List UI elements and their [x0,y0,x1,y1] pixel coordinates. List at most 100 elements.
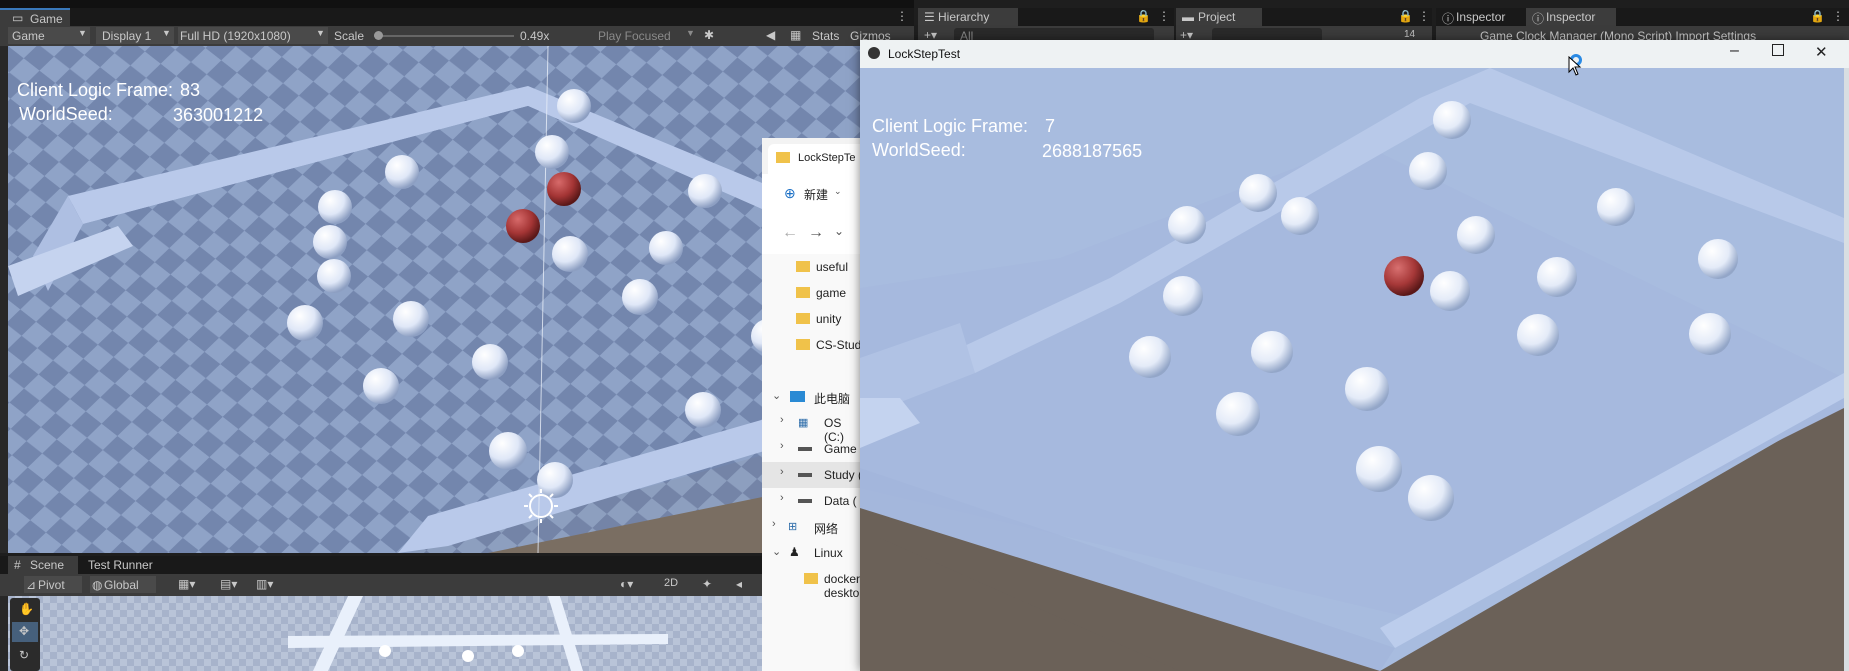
tab-test-runner[interactable]: Test Runner [88,558,153,572]
tab-inspector-1-label: Inspector [1456,10,1506,24]
draw-mode-icon[interactable]: ◐▾ [620,577,633,591]
lock-icon[interactable]: 🔒 [1136,9,1151,23]
hierarchy-tabbar: ☰ Hierarchy 🔒 ⋮ [918,8,1174,26]
folder-icon [796,313,810,324]
chevron-right-icon[interactable]: › [780,466,784,478]
keyboard-icon[interactable]: ▦ [790,28,801,42]
hand-tool-icon[interactable]: ✋ [19,602,34,616]
nav-item-label: unity [816,312,842,326]
play-focused-label: Play Focused [598,29,671,43]
move-tool-button[interactable]: ✥ [12,622,38,642]
grid-icon: # [14,558,21,572]
lockstep-titlebar[interactable]: LockStepTest – ✕ [860,40,1849,68]
back-arrow-icon[interactable]: ← [782,224,798,242]
explorer-tab[interactable]: LockStepTe [768,144,862,174]
pivot-label: Pivot [38,578,65,592]
tab-game[interactable]: ▭ Game [0,8,70,26]
globe-icon: ◍ [92,578,103,592]
folder-icon [796,339,810,350]
tab-hierarchy[interactable]: ☰ Hierarchy [918,8,1018,26]
forward-arrow-icon[interactable]: → [808,224,824,242]
scale-slider-handle[interactable] [374,31,383,40]
chevron-right-icon[interactable]: › [780,440,784,452]
chevron-right-icon[interactable]: › [780,492,784,504]
explorer-nav-bar: ← → ⌄ [762,214,862,254]
tab-inspector-2-label: Inspector [1546,10,1596,24]
global-label: Global [104,578,139,592]
mode-dropdown-label: Game [12,29,45,43]
more-options-icon[interactable]: ⋮ [1832,9,1844,23]
new-button[interactable]: 新建 [804,186,828,203]
2d-toggle-button[interactable]: 2D [664,577,678,589]
nav-item-data-drive[interactable]: › Data ( [762,488,862,514]
audio-icon[interactable]: ◂ [736,577,742,591]
scene-toolbar: ⊿ Pivot ◍ Global ▦▾ ▤▾ ▥▾ ◐▾ 2D ✦ ◂ [0,574,770,596]
chevron-down-icon[interactable]: ⌄ [772,389,781,402]
align-icon[interactable]: ▥▾ [256,577,273,591]
maximize-icon[interactable] [1772,44,1784,56]
nav-item-this-pc[interactable]: ⌄ 此电脑 [762,384,862,410]
tab-scene-label: Scene [30,558,65,572]
drive-icon [798,447,812,451]
nav-item-cs-study[interactable]: CS-Stud [762,332,862,358]
lock-icon[interactable]: 🔒 [1810,9,1825,23]
chevron-down-icon[interactable]: ⌄ [772,545,781,558]
nav-item-game[interactable]: game [762,280,862,306]
nav-item-useful[interactable]: useful [762,254,862,280]
chevron-down-icon[interactable]: ⌄ [834,224,844,238]
close-icon[interactable]: ✕ [1815,43,1828,61]
explorer-nav-pane: useful game unity CS-Stud ⌄ 此电脑 › ▦ OS (… [762,254,866,671]
tab-scene[interactable]: # Scene [8,556,78,574]
explorer-tab-title: LockStepTe [798,152,856,164]
nav-item-unity[interactable]: unity [762,306,862,332]
chevron-right-icon[interactable]: › [780,414,784,426]
lockstep-frame-label: Client Logic Frame: [872,116,1029,136]
nav-item-linux[interactable]: ⌄ ♟ Linux [762,540,862,566]
game-tabbar: ▭ Game ⋮ [0,8,914,26]
play-focused-dropdown[interactable]: Play Focused ▼ [592,27,698,44]
chevron-right-icon[interactable]: › [772,518,776,530]
lighting-icon[interactable]: ✦ [702,577,712,591]
scale-slider[interactable] [374,31,514,40]
rotate-tool-icon[interactable]: ↻ [19,648,29,662]
grid-snap-icon[interactable]: ▦▾ [178,577,195,591]
game-frame-label: Client Logic Frame: [17,80,174,100]
folder-icon [804,573,818,584]
pivot-icon: ⊿ [26,578,37,592]
tab-inspector-2[interactable]: ⓘ Inspector [1526,8,1616,26]
bug-icon[interactable]: ✱ [704,28,714,42]
resolution-dropdown[interactable]: Full HD (1920x1080) ▼ [178,27,328,44]
nav-item-study-drive[interactable]: › Study ( [762,462,862,488]
tab-inspector-1[interactable]: ⓘ Inspector [1436,8,1526,26]
scene-viewport[interactable]: ✋ ✥ ↻ [8,596,770,671]
mode-dropdown[interactable]: Game ▼ [8,27,90,44]
lock-icon[interactable]: 🔒 [1398,9,1413,23]
tab-project[interactable]: ▬ Project [1176,8,1262,26]
audio-mute-icon[interactable]: ◀ [766,28,775,42]
nav-item-label: Game [824,442,857,456]
info-icon: ⓘ [1442,12,1455,26]
more-options-icon[interactable]: ⋮ [1158,9,1170,23]
hierarchy-icon: ☰ [924,10,935,24]
chevron-down-icon: ▼ [316,28,325,38]
minimize-icon[interactable]: – [1730,42,1739,60]
nav-item-network[interactable]: › ⊞ 网络 [762,514,862,540]
nav-item-os-c[interactable]: › ▦ OS (C:) [762,410,862,444]
nav-item-docker-desktop[interactable]: docker-desktop [762,566,866,600]
scale-value: 0.49x [520,29,550,43]
folder-icon [776,152,790,163]
more-options-icon[interactable]: ⋮ [896,9,908,23]
lockstep-game-view[interactable]: Client Logic Frame: 7 WorldSeed: 2688187… [860,68,1844,671]
snap-increment-icon[interactable]: ▤▾ [220,577,237,591]
mouse-pointer-icon [1568,56,1582,76]
display-dropdown[interactable]: Display 1 ▼ [96,27,174,44]
game-tab-icon: ▭ [12,11,24,25]
scene-render [8,596,770,671]
nav-item-game-drive[interactable]: › Game [762,436,862,462]
global-dropdown[interactable]: ◍ Global [90,576,156,593]
stats-button[interactable]: Stats [812,29,839,43]
more-options-icon[interactable]: ⋮ [1418,9,1430,23]
lockstep-test-window: LockStepTest – ✕ Client Logic Frame: 7 W… [860,40,1849,671]
pivot-dropdown[interactable]: ⊿ Pivot [24,576,82,593]
resolution-dropdown-label: Full HD (1920x1080) [180,29,291,43]
